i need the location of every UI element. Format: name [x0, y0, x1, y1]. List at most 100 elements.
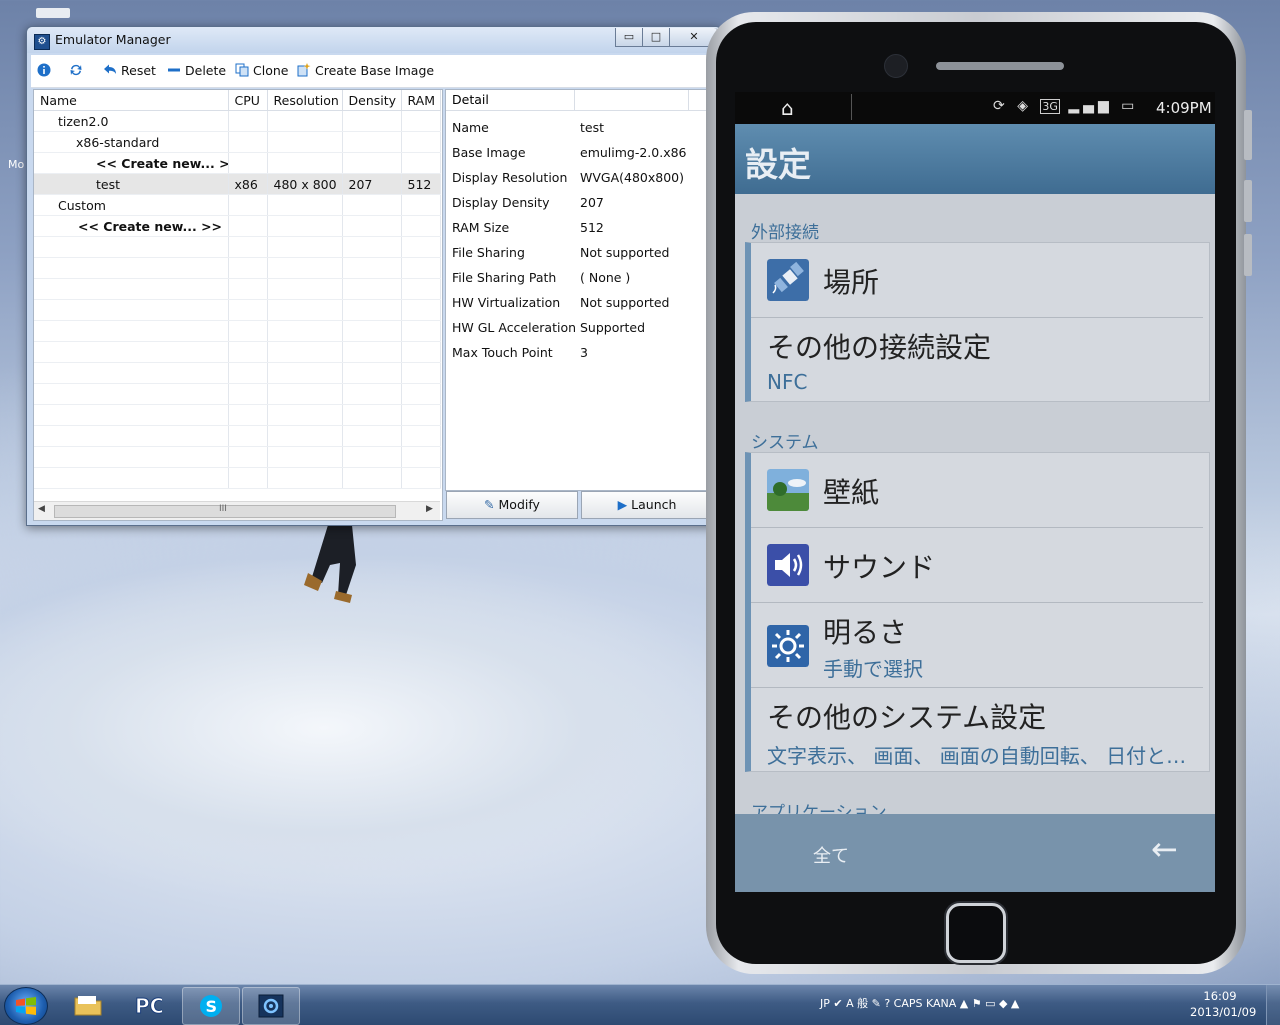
skype-icon: S [200, 995, 222, 1017]
column-header-resolution[interactable]: Resolution [267, 90, 343, 111]
power-side-button[interactable] [1244, 110, 1252, 160]
phone-screen: ⌂ ⟳ ◈ 3G ▂▄▆ ▭ 4:09PM 設定 外部接続 場所 その他の接続設… [735, 92, 1215, 892]
table-row[interactable]: Custom [34, 194, 441, 216]
desktop-wallpaper-snow [0, 560, 720, 980]
column-header-cpu[interactable]: CPU [228, 90, 268, 111]
cell-ram [401, 194, 441, 216]
folder-icon [74, 996, 102, 1016]
front-camera [884, 54, 908, 78]
settings-item-other-connections[interactable]: その他の接続設定 NFC [751, 318, 1203, 401]
wallpaper-label: 壁紙 [823, 476, 880, 509]
clock-time: 16:09 [1203, 989, 1237, 1003]
table-row[interactable]: x86-standard [34, 131, 441, 153]
settings-title: 設定 [745, 145, 811, 184]
table-row[interactable]: << Create new... >> [34, 152, 441, 174]
phone-home-button[interactable] [946, 903, 1006, 963]
system-tray[interactable]: JP ✔ A 般 ✎ ? CAPS KANA ▲ ⚑ ▭ ◆ ▲ [820, 995, 1019, 1011]
cell-resolution [267, 194, 343, 216]
create-new-custom[interactable]: << Create new... >> [34, 215, 229, 237]
windows-logo-icon [16, 997, 36, 1015]
settings-item-other-system[interactable]: その他のシステム設定 文字表示、 画面、 画面の自動回転、 日付と… [751, 688, 1203, 771]
home-icon[interactable]: ⌂ [781, 96, 794, 120]
settings-list[interactable]: 外部接続 場所 その他の接続設定 NFC システム 壁紙 サウンド 明るさ 手動… [735, 194, 1215, 823]
cell-cpu [228, 110, 268, 132]
info-button[interactable] [37, 63, 55, 78]
settings-item-wallpaper[interactable]: 壁紙 [751, 453, 1203, 528]
clone-icon [235, 63, 249, 77]
volume-up-button[interactable] [1244, 180, 1252, 222]
empty-row [34, 446, 441, 468]
location-label: 場所 [823, 266, 880, 299]
horizontal-scrollbar[interactable]: ◀ III ▶ [34, 501, 440, 520]
create-base-image-button[interactable]: Create Base Image [297, 63, 434, 78]
column-header-name[interactable]: Name [34, 90, 229, 111]
table-row[interactable]: tizen2.0 [34, 110, 441, 132]
maximize-button[interactable]: □ [642, 28, 670, 47]
detail-key: Base Image [452, 145, 526, 160]
emulator-table: Name CPU Resolution Density RAM tizen2.0… [34, 90, 441, 489]
empty-row [34, 236, 441, 258]
cell-ram [401, 152, 441, 174]
detail-value: Not supported [580, 295, 670, 310]
detail-value: test [580, 120, 605, 135]
taskbar-pc-app[interactable]: PC [120, 987, 176, 1023]
wallpaper-hiker [304, 525, 356, 603]
table-row-selected[interactable]: test x86 480 x 800 207 512 [34, 173, 441, 195]
back-arrow-icon[interactable]: ← [1151, 830, 1178, 868]
other-connections-subtitle: NFC [767, 370, 808, 394]
create-new-standard[interactable]: << Create new... >> [34, 152, 229, 174]
desktop-icon-fragment[interactable] [36, 8, 70, 18]
detail-value: 512 [580, 220, 604, 235]
refresh-icon [70, 64, 82, 76]
section-system: システム [751, 433, 819, 453]
cell-resolution [267, 215, 343, 237]
detail-row: RAM Size 512 [446, 215, 716, 240]
toolbar: Reset Delete Clone Create Base Image [31, 55, 717, 88]
delete-button[interactable]: Delete [167, 63, 226, 78]
reset-label: Reset [121, 63, 156, 78]
start-button[interactable] [4, 987, 48, 1025]
taskbar-skype[interactable]: S [182, 987, 240, 1025]
detail-row: Base Image emulimg-2.0.x86 [446, 140, 716, 165]
scroll-right-icon[interactable]: ▶ [426, 504, 433, 514]
settings-item-location[interactable]: 場所 [751, 243, 1203, 318]
detail-key: HW Virtualization [452, 295, 561, 310]
pc-app-icon: PC [135, 994, 163, 1018]
cell-density: 207 [342, 173, 402, 195]
settings-item-sound[interactable]: サウンド [751, 528, 1203, 603]
sound-label: サウンド [823, 551, 936, 584]
column-header-density[interactable]: Density [342, 90, 402, 111]
desktop-icon-label: Mo [8, 158, 25, 171]
info-icon [37, 63, 51, 77]
window-title: Emulator Manager [55, 32, 171, 47]
scrollbar-grip: III [219, 504, 227, 514]
settings-item-brightness[interactable]: 明るさ 手動で選択 [751, 603, 1203, 688]
external-connections-group: 場所 その他の接続設定 NFC [745, 242, 1210, 402]
tree-node-custom[interactable]: Custom [34, 194, 229, 216]
taskbar-emulator-manager[interactable] [242, 987, 300, 1025]
scroll-left-icon[interactable]: ◀ [38, 504, 45, 514]
minimize-button[interactable]: ▭ [615, 28, 643, 47]
tree-node-x86-standard[interactable]: x86-standard [34, 131, 229, 153]
all-button[interactable]: 全て [813, 842, 849, 868]
column-header-ram[interactable]: RAM [401, 90, 441, 111]
reset-button[interactable]: Reset [103, 63, 156, 78]
tree-node-tizen[interactable]: tizen2.0 [34, 110, 229, 132]
refresh-button[interactable] [69, 63, 87, 78]
table-row[interactable]: << Create new... >> [34, 215, 441, 237]
launch-button[interactable]: ▶ Launch [581, 491, 713, 519]
minus-icon [168, 68, 180, 72]
vm-test-name[interactable]: test [34, 173, 229, 195]
modify-button[interactable]: ✎ Modify [446, 491, 578, 519]
clone-button[interactable]: Clone [235, 63, 288, 78]
volume-down-button[interactable] [1244, 234, 1252, 276]
earpiece-speaker [936, 62, 1064, 70]
show-desktop-button[interactable] [1266, 985, 1280, 1025]
taskbar-file-explorer[interactable] [60, 987, 116, 1023]
detail-key: RAM Size [452, 220, 510, 235]
window-titlebar[interactable]: ⚙ Emulator Manager ▭ □ ✕ [27, 27, 721, 53]
brightness-label: 明るさ [823, 616, 908, 649]
detail-row: HW GL Acceleration Supported [446, 315, 716, 340]
taskbar-clock[interactable]: 16:09 2013/01/09 [1190, 988, 1256, 1020]
scrollbar-thumb[interactable]: III [54, 504, 396, 518]
